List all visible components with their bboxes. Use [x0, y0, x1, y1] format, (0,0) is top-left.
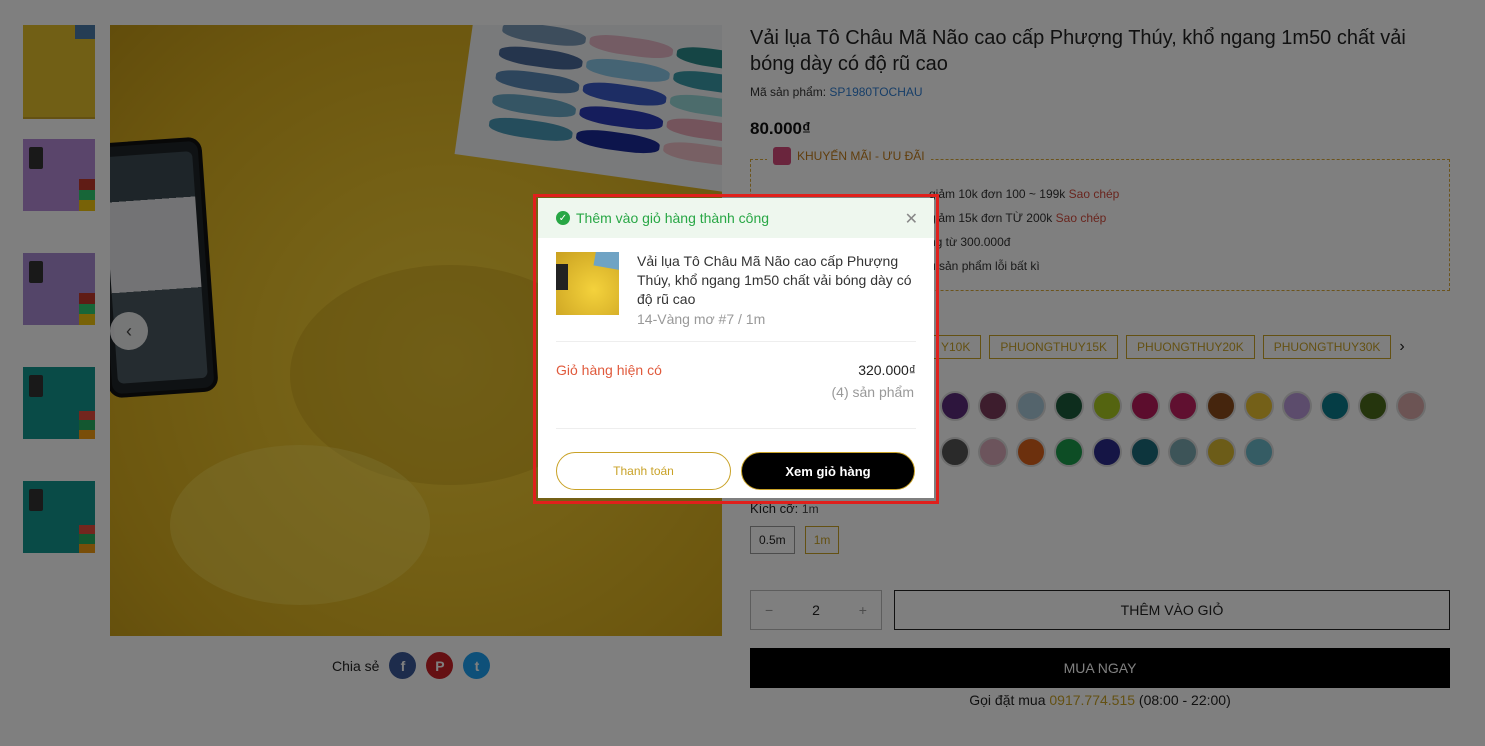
cart-total-label: Giỏ hàng hiện có	[556, 362, 662, 378]
add-to-cart-modal: ✓ Thêm vào giỏ hàng thành công ✕ Vải lụa…	[538, 198, 934, 498]
check-circle-icon: ✓	[556, 211, 570, 225]
checkout-button[interactable]: Thanh toán	[556, 452, 731, 490]
cart-item-variant: 14-Vàng mơ #7 / 1m	[637, 311, 766, 327]
cart-item-count: (4) sản phẩm	[831, 384, 914, 400]
modal-actions: Thanh toán Xem giỏ hàng	[538, 429, 934, 490]
cart-total-row: Giỏ hàng hiện có 320.000₫	[538, 342, 934, 378]
success-message: Thêm vào giỏ hàng thành công	[576, 210, 770, 226]
cart-item: Vải lụa Tô Châu Mã Não cao cấp Phượng Th…	[538, 238, 934, 341]
cart-total-amount: 320.000₫	[858, 362, 916, 378]
view-cart-button[interactable]: Xem giỏ hàng	[741, 452, 915, 490]
cart-item-name: Vải lụa Tô Châu Mã Não cao cấp Phượng Th…	[637, 253, 912, 307]
close-icon[interactable]: ✕	[905, 209, 918, 229]
cart-item-image	[556, 252, 619, 315]
modal-header: ✓ Thêm vào giỏ hàng thành công ✕	[538, 198, 934, 238]
